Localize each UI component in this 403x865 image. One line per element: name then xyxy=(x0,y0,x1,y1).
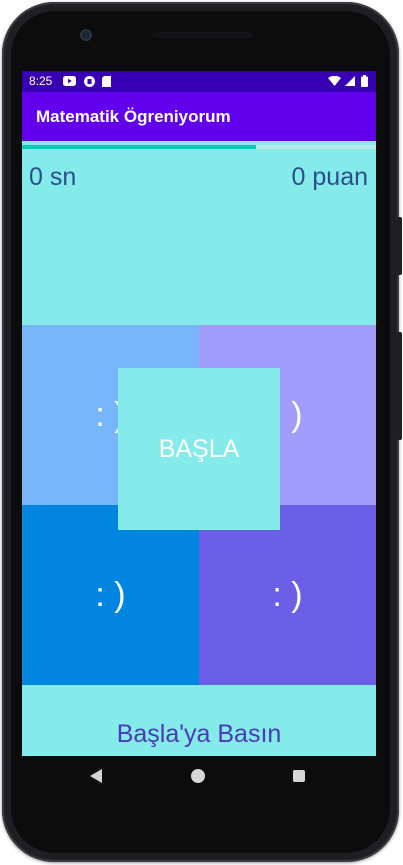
front-camera xyxy=(80,29,92,41)
power-button xyxy=(397,217,402,275)
answer-tile-bottom-left[interactable]: : ) xyxy=(22,505,199,685)
progress-bar xyxy=(22,145,376,149)
hint-text: Başla'ya Basın xyxy=(116,720,282,748)
battery-icon xyxy=(361,75,368,87)
score-label: 0 puan xyxy=(291,163,368,191)
navigation-bar xyxy=(22,756,376,796)
back-icon[interactable] xyxy=(90,769,102,783)
app-icon xyxy=(84,76,95,87)
answer-tile-bottom-right[interactable]: : ) xyxy=(199,505,376,685)
app-screen: 8:25 Matematik Ögreniyorum 0 sn 0 puan :… xyxy=(22,71,376,756)
timer-label: 0 sn xyxy=(29,163,77,191)
youtube-icon xyxy=(63,76,76,86)
wifi-icon xyxy=(328,76,341,86)
status-bar: 8:25 xyxy=(22,71,376,92)
app-title: Matematik Ögreniyorum xyxy=(36,107,231,126)
status-time: 8:25 xyxy=(29,74,53,88)
recents-icon[interactable] xyxy=(293,770,305,782)
app-bar: Matematik Ögreniyorum xyxy=(22,92,376,141)
signal-icon xyxy=(345,76,355,86)
progress-fill xyxy=(22,145,256,149)
home-icon[interactable] xyxy=(191,769,205,783)
start-button[interactable]: BAŞLA xyxy=(118,368,280,530)
volume-button xyxy=(397,332,402,440)
earpiece-speaker xyxy=(152,32,252,38)
sim-card-icon xyxy=(102,76,111,87)
